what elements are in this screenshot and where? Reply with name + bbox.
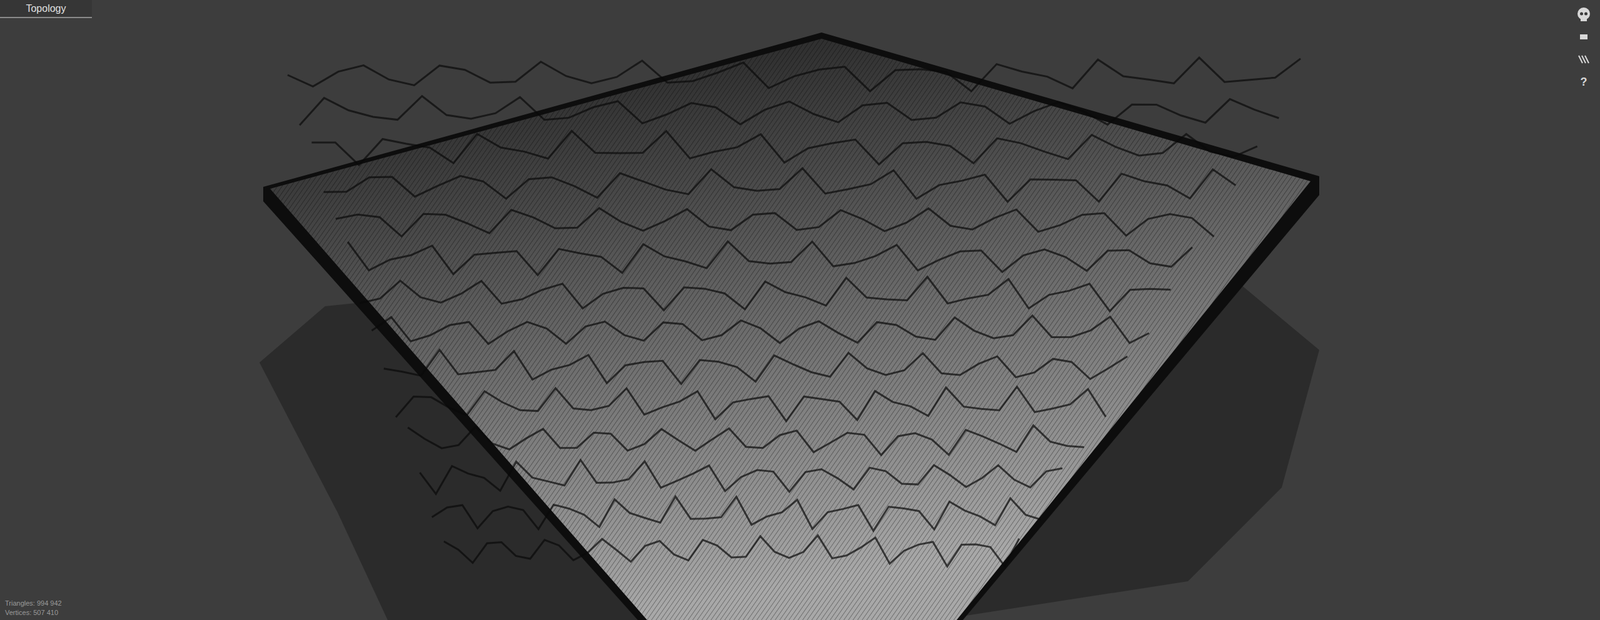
terrain-ridge xyxy=(347,241,1193,276)
terrain-canvas[interactable] xyxy=(0,0,1600,620)
toolbar-button[interactable] xyxy=(1573,6,1594,23)
skull-icon[interactable] xyxy=(1575,6,1592,23)
toolbar-button[interactable] xyxy=(1573,28,1594,46)
terrain-block xyxy=(263,32,1320,620)
toolbar-button[interactable]: ? xyxy=(1573,73,1594,91)
stat-label: Triangles: 994 942 xyxy=(5,598,62,609)
tab[interactable]: Topology xyxy=(0,0,92,19)
terrain-ridge xyxy=(443,535,1020,568)
stripes-icon[interactable] xyxy=(1576,53,1592,66)
toolbar: ? xyxy=(1572,6,1595,91)
terrain-ridge xyxy=(395,387,1106,422)
viewer: Topology? Triangles: 994 942Vertices: 507… xyxy=(0,0,1600,620)
terrain-surface xyxy=(270,38,1311,620)
terrain-ridge xyxy=(407,425,1085,456)
terrain-ridge xyxy=(299,96,1279,126)
panel-icon[interactable] xyxy=(1576,30,1592,44)
terrain-ridge xyxy=(311,131,1258,166)
terrain-ridge xyxy=(287,57,1301,92)
terrain-ridge xyxy=(359,276,1171,312)
help-button[interactable]: ? xyxy=(1578,76,1590,88)
stats: Triangles: 994 942Vertices: 507 410 xyxy=(5,598,62,618)
toolbar-button[interactable] xyxy=(1573,51,1594,68)
terrain-ridge xyxy=(420,460,1063,494)
terrain-ridge xyxy=(432,496,1042,531)
terrain-ridge xyxy=(383,350,1128,385)
terrain-mesh xyxy=(270,38,1311,620)
tab-bar: Topology xyxy=(0,0,92,19)
stat-label: Vertices: 507 410 xyxy=(5,608,62,618)
terrain-ridge xyxy=(372,315,1150,344)
terrain-ridge xyxy=(335,208,1215,237)
terrain-ridge xyxy=(323,168,1237,202)
